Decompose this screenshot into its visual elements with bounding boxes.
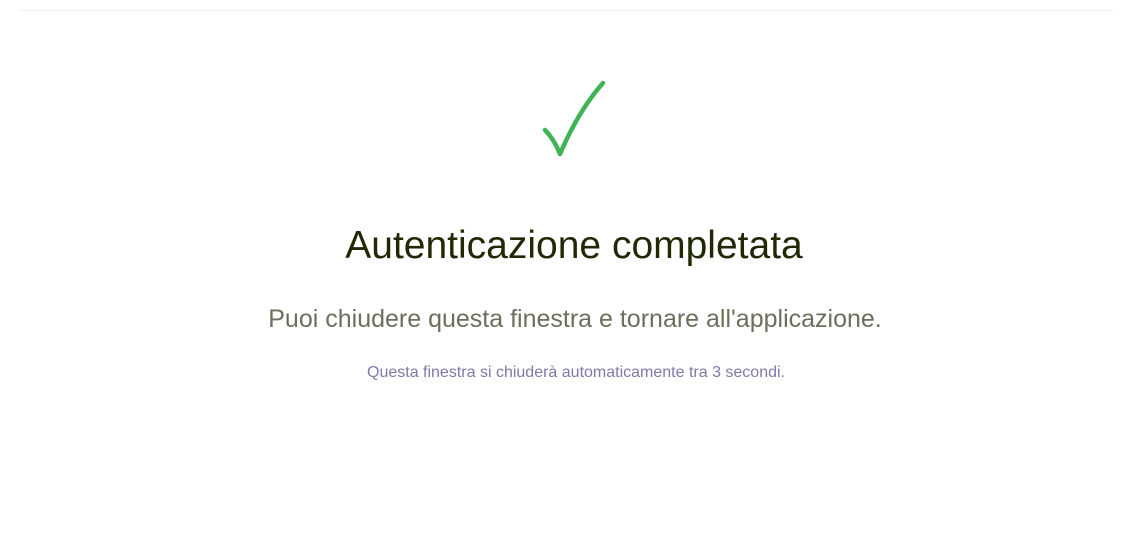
auto-close-notice: Questa finestra si chiuderà automaticame… (367, 364, 785, 381)
checkmark-icon (542, 80, 606, 157)
top-divider (20, 10, 1114, 11)
auth-success-page: Autenticazione completata Puoi chiudere … (0, 0, 1134, 537)
instruction-text: Puoi chiudere questa finestra e tornare … (268, 305, 882, 333)
page-title: Autenticazione completata (345, 224, 803, 267)
